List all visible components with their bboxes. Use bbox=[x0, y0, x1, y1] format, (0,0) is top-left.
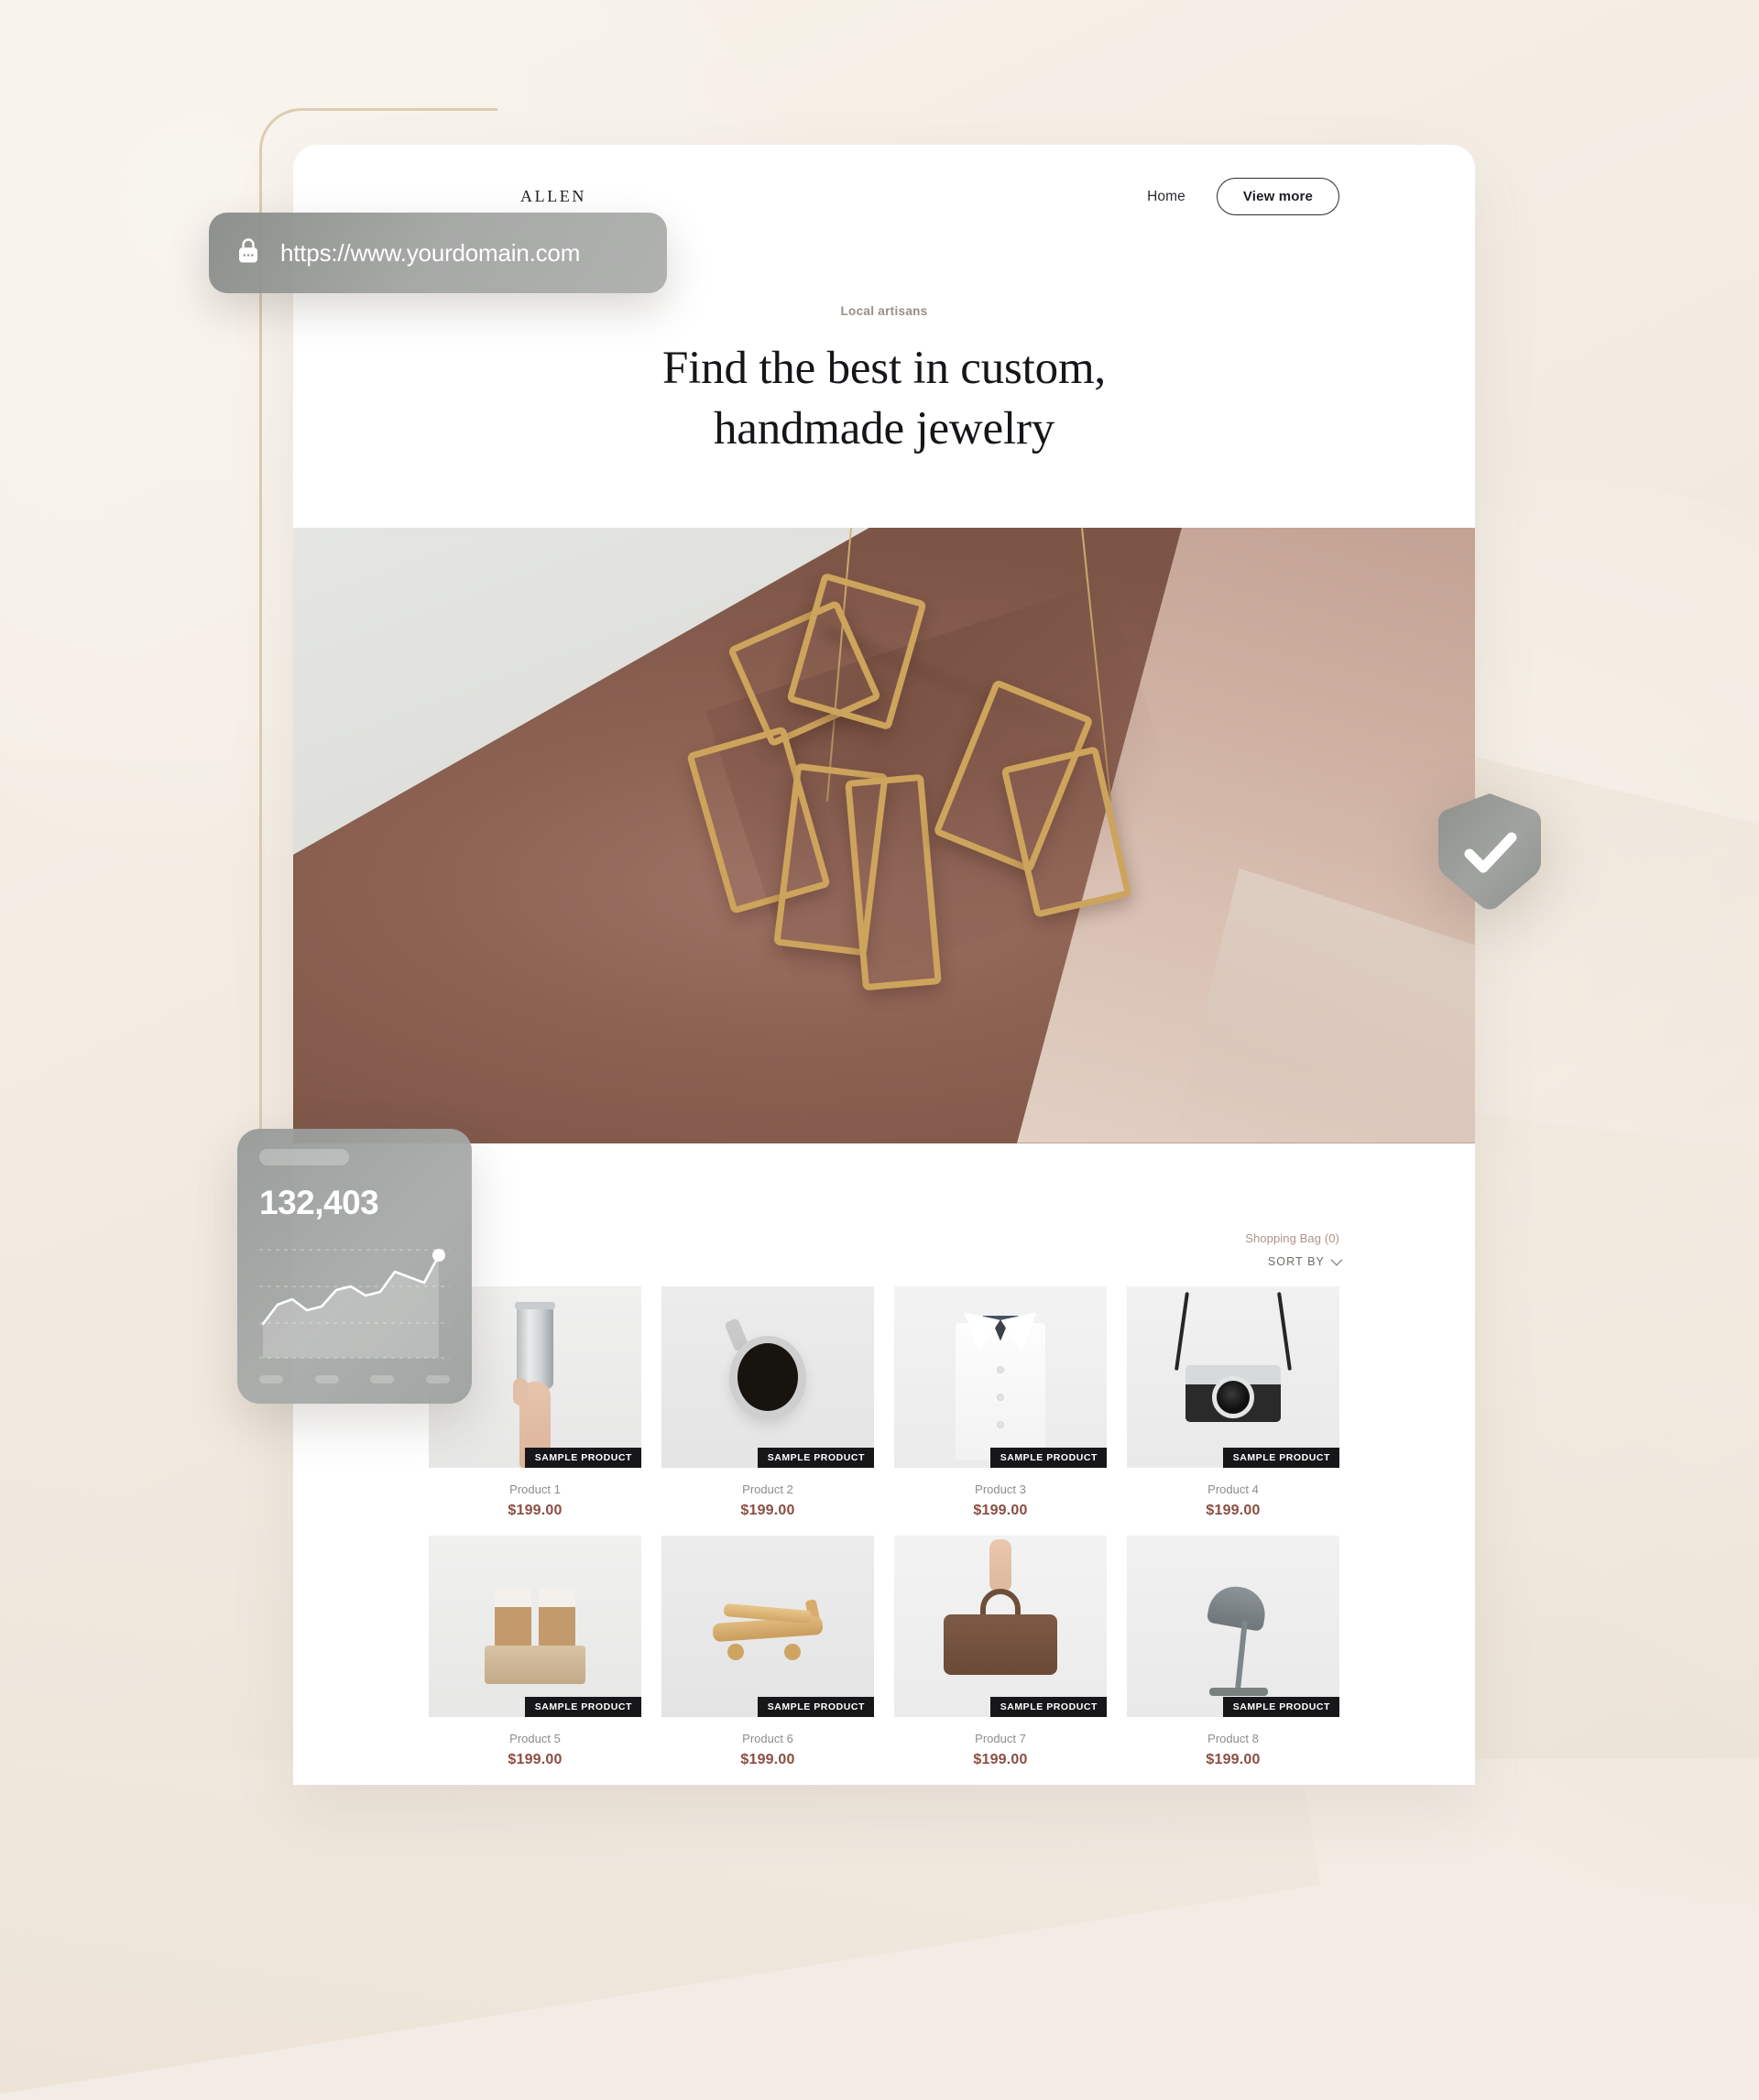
product-price: $199.00 bbox=[973, 1751, 1028, 1767]
camera-strap-left bbox=[1174, 1291, 1189, 1371]
product-card[interactable]: SAMPLE PRODUCT Product 4 $199.00 bbox=[1127, 1285, 1339, 1519]
product-grid: SAMPLE PRODUCT Product 1 $199.00 SAMPLE … bbox=[429, 1285, 1339, 1768]
sample-product-badge: SAMPLE PRODUCT bbox=[989, 1447, 1107, 1468]
shopping-bag-link[interactable]: Shopping Bag (0) bbox=[429, 1231, 1339, 1245]
sample-product-badge: SAMPLE PRODUCT bbox=[989, 1696, 1107, 1717]
stats-value: 132,403 bbox=[259, 1184, 379, 1221]
sample-product-badge: SAMPLE PRODUCT bbox=[524, 1696, 641, 1717]
product-name: Product 2 bbox=[742, 1482, 793, 1496]
product-thumbnail[interactable]: SAMPLE PRODUCT bbox=[661, 1535, 874, 1717]
product-thumbnail[interactable]: SAMPLE PRODUCT bbox=[1127, 1285, 1339, 1468]
camera-strap-right bbox=[1277, 1291, 1292, 1371]
site-nav: Home View more bbox=[1147, 178, 1339, 215]
product-image-white-shirt bbox=[894, 1285, 1107, 1468]
product-image-wooden-plane bbox=[661, 1535, 874, 1717]
product-image-camera bbox=[1127, 1285, 1339, 1468]
product-image-coffee-cups bbox=[429, 1535, 641, 1717]
shield-check-icon bbox=[1431, 790, 1548, 918]
lamp-shade-shape bbox=[1206, 1581, 1270, 1632]
product-card[interactable]: SAMPLE PRODUCT Product 7 $199.00 bbox=[894, 1535, 1107, 1768]
hand-thumb-shape bbox=[513, 1377, 528, 1405]
sample-product-badge: SAMPLE PRODUCT bbox=[1222, 1696, 1339, 1717]
shop-utility-bar: Shopping Bag (0) SORT BY bbox=[429, 1143, 1343, 1270]
sample-product-badge: SAMPLE PRODUCT bbox=[757, 1447, 874, 1468]
product-price: $199.00 bbox=[1206, 1502, 1261, 1518]
product-price: $199.00 bbox=[1206, 1751, 1261, 1767]
product-thumbnail[interactable]: SAMPLE PRODUCT bbox=[1127, 1535, 1339, 1717]
product-card[interactable]: SAMPLE PRODUCT Product 2 $199.00 bbox=[661, 1285, 874, 1519]
product-image-desk-lamp bbox=[1127, 1535, 1339, 1717]
stats-overlay-card: 132,403 bbox=[237, 1129, 472, 1404]
coffee-cup-right bbox=[539, 1588, 575, 1649]
chart-area-fill bbox=[263, 1255, 439, 1358]
hero-image bbox=[293, 527, 1475, 1143]
coffee-cup-left bbox=[495, 1588, 531, 1649]
product-thumbnail[interactable]: SAMPLE PRODUCT bbox=[894, 1535, 1107, 1717]
bag-body-shape bbox=[944, 1613, 1057, 1675]
hero-title-line-1: Find the best in custom, bbox=[662, 343, 1106, 394]
stats-title-placeholder bbox=[259, 1149, 349, 1165]
arm-shape bbox=[989, 1538, 1011, 1592]
product-name: Product 5 bbox=[509, 1731, 561, 1745]
lock-icon bbox=[235, 235, 262, 271]
website-preview-card: ALLEN Home View more Local artisans Find… bbox=[293, 145, 1475, 1785]
url-text: https://www.yourdomain.com bbox=[280, 238, 581, 267]
product-price: $199.00 bbox=[508, 1502, 563, 1518]
product-price: $199.00 bbox=[740, 1751, 795, 1767]
product-name: Product 4 bbox=[1207, 1482, 1259, 1496]
product-name: Product 1 bbox=[509, 1482, 561, 1496]
tumbler-lid bbox=[515, 1301, 555, 1309]
lamp-arm-shape bbox=[1235, 1619, 1248, 1690]
plane-wheel bbox=[784, 1643, 801, 1660]
sample-product-badge: SAMPLE PRODUCT bbox=[1222, 1447, 1339, 1468]
view-more-button[interactable]: View more bbox=[1216, 178, 1339, 215]
product-price: $199.00 bbox=[740, 1502, 795, 1518]
tumbler-shape bbox=[517, 1304, 553, 1389]
chart-end-marker bbox=[432, 1249, 445, 1262]
product-card[interactable]: SAMPLE PRODUCT Product 6 $199.00 bbox=[661, 1535, 874, 1768]
product-card[interactable]: SAMPLE PRODUCT Product 3 $199.00 bbox=[894, 1285, 1107, 1519]
stats-tick-placeholder bbox=[259, 1375, 283, 1384]
stats-tick-placeholder bbox=[314, 1375, 339, 1384]
site-logo[interactable]: ALLEN bbox=[520, 187, 586, 206]
product-name: Product 6 bbox=[742, 1731, 793, 1745]
sort-by-dropdown[interactable]: SORT BY bbox=[1267, 1253, 1343, 1268]
product-thumbnail[interactable]: SAMPLE PRODUCT bbox=[661, 1285, 874, 1468]
product-name: Product 7 bbox=[975, 1731, 1026, 1745]
product-price: $199.00 bbox=[508, 1751, 563, 1767]
cup-carrier-tray bbox=[485, 1645, 585, 1684]
product-image-coffee-mug bbox=[661, 1285, 874, 1468]
stats-line-chart bbox=[259, 1235, 450, 1363]
stats-axis-placeholders bbox=[259, 1375, 450, 1384]
sample-product-badge: SAMPLE PRODUCT bbox=[757, 1696, 874, 1717]
hero-title: Find the best in custom, handmade jewelr… bbox=[293, 338, 1475, 460]
nav-item-home[interactable]: Home bbox=[1147, 189, 1185, 205]
stats-tick-placeholder bbox=[425, 1375, 450, 1384]
product-card[interactable]: SAMPLE PRODUCT Product 5 $199.00 bbox=[429, 1535, 641, 1768]
lamp-base-shape bbox=[1209, 1687, 1268, 1696]
product-name: Product 3 bbox=[975, 1482, 1026, 1496]
site-footer: My Account Track Orders Shopping Bag bbox=[293, 1767, 1475, 1785]
chevron-down-icon bbox=[1330, 1253, 1343, 1266]
stats-tick-placeholder bbox=[370, 1375, 395, 1384]
product-name: Product 8 bbox=[1207, 1731, 1259, 1745]
product-thumbnail[interactable]: SAMPLE PRODUCT bbox=[894, 1285, 1107, 1468]
sample-product-badge: SAMPLE PRODUCT bbox=[524, 1447, 641, 1468]
product-card[interactable]: SAMPLE PRODUCT Product 8 $199.00 bbox=[1127, 1535, 1339, 1768]
product-thumbnail[interactable]: SAMPLE PRODUCT bbox=[429, 1535, 641, 1717]
shirt-button bbox=[998, 1394, 1003, 1400]
url-bar-overlay[interactable]: https://www.yourdomain.com bbox=[209, 213, 667, 293]
product-image-leather-bag bbox=[894, 1535, 1107, 1717]
hero-title-line-2: handmade jewelry bbox=[713, 403, 1055, 455]
shirt-button bbox=[998, 1366, 1003, 1373]
coffee-surface-shape bbox=[737, 1342, 798, 1411]
shirt-body-shape bbox=[956, 1322, 1045, 1460]
shirt-button bbox=[998, 1421, 1003, 1427]
camera-lens-shape bbox=[1212, 1375, 1254, 1418]
hero-eyebrow: Local artisans bbox=[840, 304, 928, 318]
product-price: $199.00 bbox=[973, 1502, 1028, 1518]
plane-wheel bbox=[727, 1643, 744, 1660]
sort-by-label: SORT BY bbox=[1267, 1254, 1325, 1268]
